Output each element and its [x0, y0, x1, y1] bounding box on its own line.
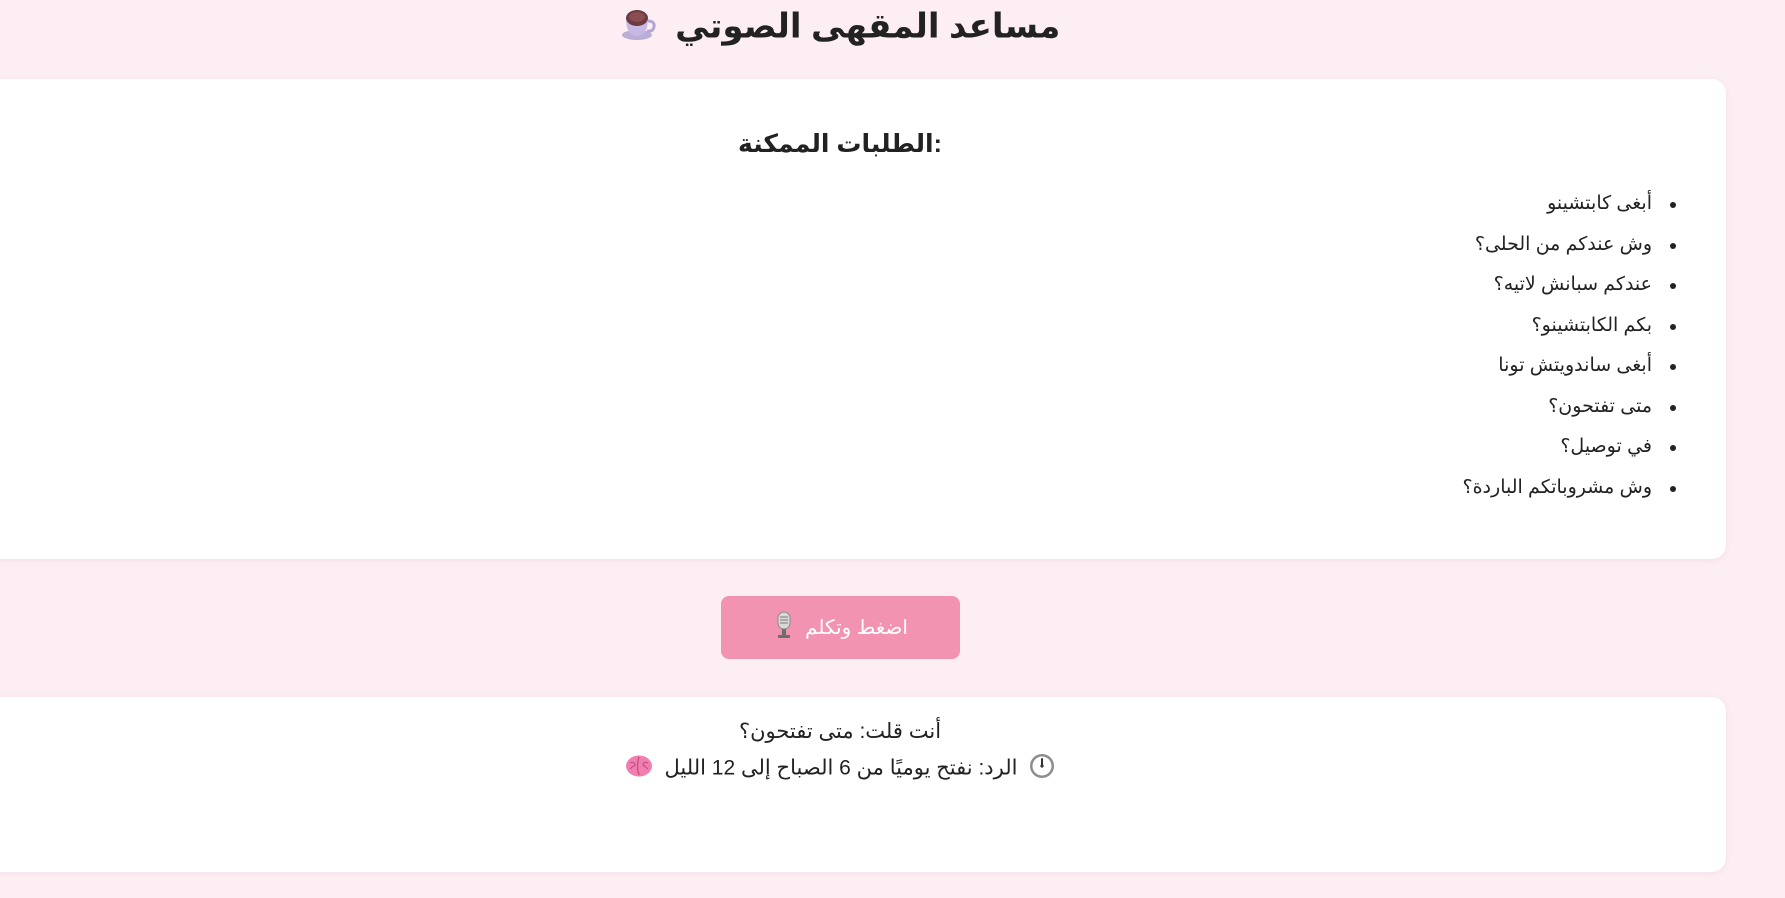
requests-list: أبغى كابتشينو وش عندكم من الحلى؟ عندكم س… [1463, 184, 1677, 509]
push-to-talk-label: اضغط وتكلم [805, 617, 908, 639]
brain-icon [625, 754, 653, 784]
microphone-icon [773, 611, 795, 645]
list-item: أبغى كابتشينو [1463, 184, 1677, 225]
push-to-talk-button[interactable]: اضغط وتكلم [721, 596, 960, 659]
requests-heading: الطلبات الممكنة: [738, 130, 942, 158]
clock-icon [1029, 753, 1055, 785]
coffee-cup-icon [620, 6, 656, 51]
list-item: عندكم سبانش لاتيه؟ [1463, 265, 1677, 306]
you-said-text: أنت قلت: متى تفتحون؟ [738, 720, 942, 743]
list-item: أبغى ساندويتش تونا [1463, 346, 1677, 387]
reply-line: الرد: نفتح يوميًا من 6 الصباح إلى 12 الل… [0, 753, 1700, 785]
response-card: أنت قلت: متى تفتحون؟ الرد: نفتح يوميًا م… [0, 697, 1726, 872]
list-item: في توصيل؟ [1463, 427, 1677, 468]
list-item: وش عندكم من الحلى؟ [1463, 225, 1677, 266]
page-title: مساعد المقهى الصوتي [0, 6, 1680, 51]
list-item: وش مشروباتكم الباردة؟ [1463, 468, 1677, 509]
list-item: بكم الكابتشينو؟ [1463, 306, 1677, 347]
list-item: متى تفتحون؟ [1463, 387, 1677, 428]
page-title-text: مساعد المقهى الصوتي [675, 7, 1061, 46]
reply-text: الرد: نفتح يوميًا من 6 الصباح إلى 12 الل… [664, 756, 1018, 780]
requests-card: الطلبات الممكنة: أبغى كابتشينو وش عندكم … [0, 79, 1726, 559]
